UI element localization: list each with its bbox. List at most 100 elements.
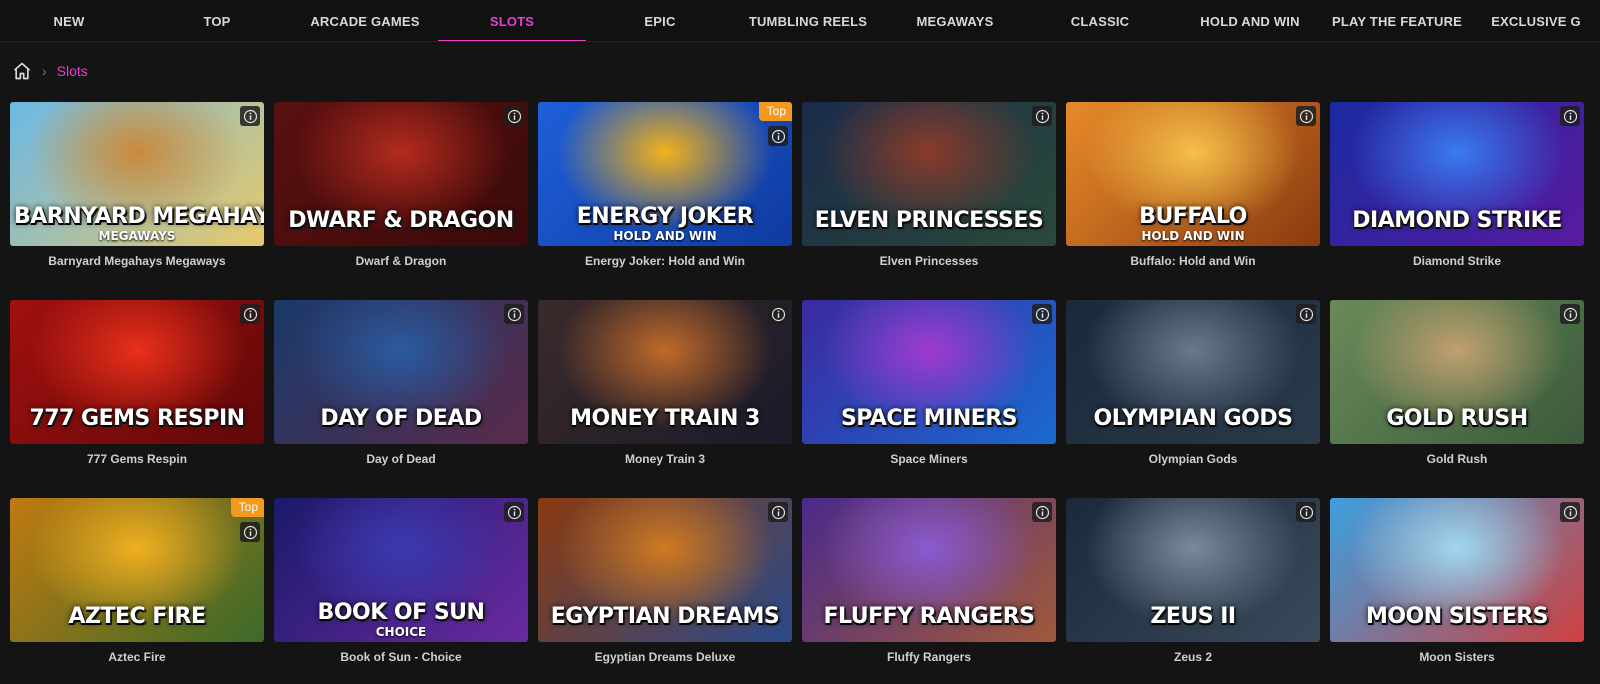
- info-icon[interactable]: [1560, 304, 1580, 324]
- game-thumbnail[interactable]: 777 GEMS RESPIN: [10, 300, 264, 444]
- game-card[interactable]: BUFFALO HOLD AND WIN Buffalo: Hold and Win: [1066, 102, 1320, 279]
- game-thumbnail[interactable]: ENERGY JOKER HOLD AND WIN Top: [538, 102, 792, 246]
- info-icon[interactable]: [768, 126, 788, 146]
- game-art-subtitle: MEGAWAYS: [98, 229, 176, 243]
- game-name: Barnyard Megahays Megaways: [48, 254, 226, 268]
- nav-tab-label: EXCLUSIVE G: [1491, 13, 1581, 29]
- game-card[interactable]: DAY OF DEAD Day of Dead: [274, 300, 528, 477]
- game-thumbnail[interactable]: MOON SISTERS: [1330, 498, 1584, 642]
- game-card[interactable]: MOON SISTERS Moon Sisters: [1330, 498, 1584, 675]
- game-card[interactable]: EGYPTIAN DREAMS Egyptian Dreams Deluxe: [538, 498, 792, 675]
- game-name: 777 Gems Respin: [86, 452, 188, 466]
- home-icon[interactable]: [12, 61, 32, 81]
- info-icon[interactable]: [504, 304, 524, 324]
- info-icon[interactable]: [768, 304, 788, 324]
- game-card[interactable]: SPACE MINERS Space Miners: [802, 300, 1056, 477]
- game-thumbnail[interactable]: BARNYARD MEGAHAYS MEGAWAYS: [10, 102, 264, 246]
- info-icon[interactable]: [1032, 106, 1052, 126]
- nav-tab-label: SLOTS: [489, 13, 535, 29]
- nav-tab-label: TUMBLING REELS: [748, 13, 868, 29]
- nav-tab-arcade-games[interactable]: ARCADE GAMES: [290, 0, 440, 41]
- top-badge: Top: [230, 498, 264, 517]
- game-name: Book of Sun - Choice: [340, 650, 462, 664]
- game-card[interactable]: DWARF & DRAGON Dwarf & Dragon: [274, 102, 528, 279]
- game-card[interactable]: BARNYARD MEGAHAYS MEGAWAYS Barnyard Megaha…: [10, 102, 264, 279]
- info-icon[interactable]: [504, 106, 524, 126]
- game-thumbnail[interactable]: AZTEC FIRE Top: [10, 498, 264, 642]
- info-icon[interactable]: [1296, 304, 1316, 324]
- nav-tab-exclusive-g[interactable]: EXCLUSIVE G: [1472, 0, 1600, 41]
- game-card[interactable]: AZTEC FIRE Top Aztec Fire: [10, 498, 264, 675]
- game-thumbnail[interactable]: MONEY TRAIN 3: [538, 300, 792, 444]
- game-card[interactable]: MONEY TRAIN 3 Money Train 3: [538, 300, 792, 477]
- info-icon[interactable]: [1032, 304, 1052, 324]
- game-art-title: EGYPTIAN DREAMS: [550, 604, 780, 629]
- game-thumbnail[interactable]: EGYPTIAN DREAMS: [538, 498, 792, 642]
- game-card[interactable]: FLUFFY RANGERS Fluffy Rangers: [802, 498, 1056, 675]
- game-art-title: ELVEN PRINCESSES: [814, 208, 1044, 233]
- game-name: Elven Princesses: [879, 254, 979, 268]
- game-thumbnail[interactable]: ELVEN PRINCESSES: [802, 102, 1056, 246]
- info-icon[interactable]: [240, 106, 260, 126]
- game-art-title: BOOK OF SUN: [317, 600, 485, 625]
- nav-tab-label: PLAY THE FEATURE: [1331, 13, 1463, 29]
- nav-tab-label: CLASSIC: [1070, 13, 1130, 29]
- game-thumbnail[interactable]: BOOK OF SUN CHOICE: [274, 498, 528, 642]
- game-name: Energy Joker: Hold and Win: [585, 254, 745, 268]
- top-navigation: NEW TOP ARCADE GAMES SLOTS EPIC TUMBLING REEL…: [0, 0, 1600, 42]
- game-name: Gold Rush: [1426, 452, 1488, 466]
- game-card[interactable]: BOOK OF SUN CHOICE Book of Sun - Choice: [274, 498, 528, 675]
- nav-tab-label: TOP: [203, 13, 231, 29]
- game-thumbnail[interactable]: DWARF & DRAGON: [274, 102, 528, 246]
- nav-tab-tumbling-reels[interactable]: TUMBLING REELS: [738, 0, 878, 41]
- game-art-title: SPACE MINERS: [840, 406, 1018, 431]
- game-card[interactable]: ENERGY JOKER HOLD AND WIN Top Energy Joker:…: [538, 102, 792, 279]
- nav-tab-epic[interactable]: EPIC: [590, 0, 730, 41]
- nav-tab-megaways[interactable]: MEGAWAYS: [890, 0, 1020, 41]
- game-art-title: ZEUS II: [1150, 604, 1236, 629]
- game-thumbnail[interactable]: FLUFFY RANGERS: [802, 498, 1056, 642]
- game-card[interactable]: ELVEN PRINCESSES Elven Princesses: [802, 102, 1056, 279]
- info-icon[interactable]: [1560, 502, 1580, 522]
- game-name: Egyptian Dreams Deluxe: [594, 650, 736, 664]
- game-art-title: 777 GEMS RESPIN: [29, 406, 245, 431]
- game-art-title: DIAMOND STRIKE: [1352, 208, 1562, 233]
- game-thumbnail[interactable]: GOLD RUSH: [1330, 300, 1584, 444]
- nav-tab-classic[interactable]: CLASSIC: [1030, 0, 1170, 41]
- nav-tab-hold-and-win[interactable]: HOLD AND WIN: [1180, 0, 1320, 41]
- info-icon[interactable]: [504, 502, 524, 522]
- info-icon[interactable]: [1032, 502, 1052, 522]
- nav-tab-label: MEGAWAYS: [916, 13, 994, 29]
- nav-tab-label: HOLD AND WIN: [1200, 13, 1300, 29]
- game-thumbnail[interactable]: DIAMOND STRIKE: [1330, 102, 1584, 246]
- info-icon[interactable]: [1296, 106, 1316, 126]
- game-art-title: BUFFALO: [1139, 204, 1247, 229]
- game-art-title: MOON SISTERS: [1365, 604, 1549, 629]
- nav-tab-slots[interactable]: SLOTS: [438, 0, 586, 41]
- game-name: Space Miners: [890, 452, 968, 466]
- game-thumbnail[interactable]: ZEUS II: [1066, 498, 1320, 642]
- game-card[interactable]: 777 GEMS RESPIN 777 Gems Respin: [10, 300, 264, 477]
- game-name: Olympian Gods: [1148, 452, 1238, 466]
- info-icon[interactable]: [240, 304, 260, 324]
- nav-tab-play-the-feature[interactable]: PLAY THE FEATURE: [1322, 0, 1472, 41]
- game-card[interactable]: ZEUS II Zeus 2: [1066, 498, 1320, 675]
- info-icon[interactable]: [240, 522, 260, 542]
- info-icon[interactable]: [1560, 106, 1580, 126]
- game-art-title: FLUFFY RANGERS: [823, 604, 1035, 629]
- game-thumbnail[interactable]: OLYMPIAN GODS: [1066, 300, 1320, 444]
- game-thumbnail[interactable]: DAY OF DEAD: [274, 300, 528, 444]
- game-thumbnail[interactable]: BUFFALO HOLD AND WIN: [1066, 102, 1320, 246]
- nav-tab-new[interactable]: NEW: [0, 0, 138, 41]
- nav-tab-label: EPIC: [644, 13, 676, 29]
- game-art-title: BARNYARD MEGAHAYS: [14, 204, 264, 229]
- breadcrumb: › Slots: [12, 60, 88, 82]
- game-thumbnail[interactable]: SPACE MINERS: [802, 300, 1056, 444]
- info-icon[interactable]: [1296, 502, 1316, 522]
- game-card[interactable]: OLYMPIAN GODS Olympian Gods: [1066, 300, 1320, 477]
- info-icon[interactable]: [768, 502, 788, 522]
- game-card[interactable]: DIAMOND STRIKE Diamond Strike: [1330, 102, 1584, 279]
- nav-tab-top[interactable]: TOP: [148, 0, 286, 41]
- game-card[interactable]: GOLD RUSH Gold Rush: [1330, 300, 1584, 477]
- game-art-title: MONEY TRAIN 3: [570, 406, 760, 431]
